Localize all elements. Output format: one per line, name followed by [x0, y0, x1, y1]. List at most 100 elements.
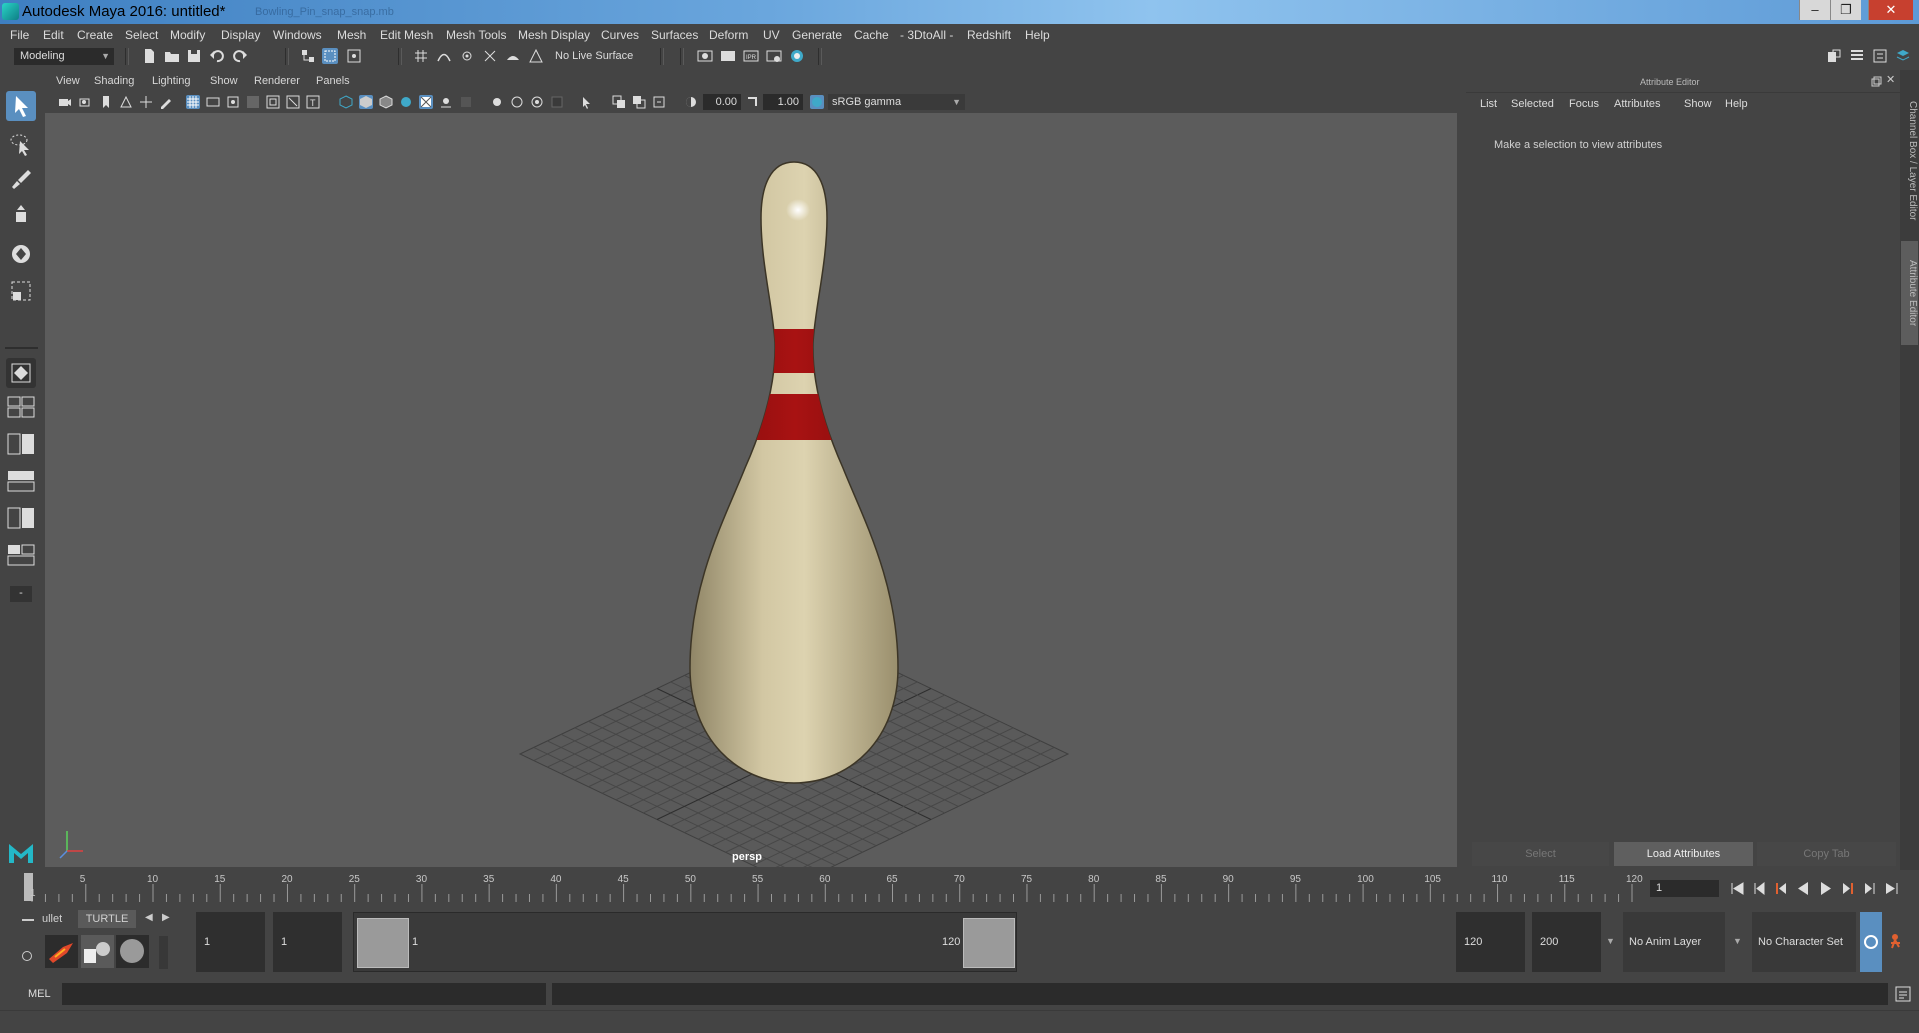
- auto-key-icon[interactable]: [1860, 912, 1882, 972]
- menu-curves[interactable]: Curves: [601, 28, 639, 42]
- playback-end-field[interactable]: 120: [1456, 912, 1525, 972]
- exposure-icon[interactable]: [684, 95, 698, 109]
- layout-four-view-icon[interactable]: [7, 396, 35, 418]
- smooth-shade-icon[interactable]: [359, 95, 373, 109]
- render-frame-icon[interactable]: [720, 48, 736, 64]
- minimize-button[interactable]: –: [1799, 0, 1830, 20]
- safe-action-icon[interactable]: [286, 95, 300, 109]
- 2d-pan-zoom-icon[interactable]: [139, 95, 153, 109]
- snap-live-icon[interactable]: [528, 48, 544, 64]
- shelf-tab-prev-icon[interactable]: ◀: [145, 912, 153, 923]
- motion-blur-icon[interactable]: [490, 95, 504, 109]
- panel-menu-renderer[interactable]: Renderer: [254, 75, 300, 87]
- camera-select-icon[interactable]: [58, 95, 72, 109]
- gate-mask-icon[interactable]: [246, 95, 260, 109]
- select-hierarchy-icon[interactable]: [300, 48, 316, 64]
- gamma-field[interactable]: 1.00: [763, 94, 803, 110]
- current-frame-field[interactable]: 1: [1650, 880, 1719, 897]
- ae-copy-tab-button[interactable]: Copy Tab: [1757, 842, 1896, 866]
- select-component-icon[interactable]: [346, 48, 362, 64]
- menu-mesh-display[interactable]: Mesh Display: [518, 28, 590, 42]
- scale-tool-icon[interactable]: [6, 276, 36, 306]
- menu-create[interactable]: Create: [77, 28, 113, 42]
- layout-outliner-icon[interactable]: [7, 470, 35, 492]
- new-scene-icon[interactable]: [141, 48, 157, 64]
- bookmark-icon[interactable]: [99, 95, 113, 109]
- ae-menu-attributes[interactable]: Attributes: [1614, 98, 1660, 110]
- tool-settings-toggle-icon[interactable]: [1872, 48, 1888, 64]
- wireframe-on-shaded-icon[interactable]: [379, 95, 393, 109]
- chevron-down-icon[interactable]: ▼: [1733, 936, 1742, 946]
- perspective-viewport[interactable]: [45, 113, 1457, 867]
- wireframe-icon[interactable]: [339, 95, 353, 109]
- menu-mesh-tools[interactable]: Mesh Tools: [446, 28, 506, 42]
- menu-windows[interactable]: Windows: [273, 28, 322, 42]
- multisample-aa-icon[interactable]: [510, 95, 524, 109]
- open-scene-icon[interactable]: [164, 48, 180, 64]
- screen-space-ao-icon[interactable]: [459, 95, 473, 109]
- rotate-tool-icon[interactable]: [6, 239, 36, 269]
- ae-load-attributes-button[interactable]: Load Attributes: [1614, 842, 1753, 866]
- layers-toggle-icon[interactable]: [1895, 48, 1911, 64]
- layout-two-view-icon[interactable]: [7, 433, 35, 455]
- go-to-end-icon[interactable]: [1883, 880, 1900, 897]
- scene-start-field[interactable]: 1: [196, 912, 265, 972]
- close-button[interactable]: ✕: [1868, 0, 1913, 20]
- render-settings-icon[interactable]: [766, 48, 782, 64]
- step-back-frame-icon[interactable]: [1751, 880, 1768, 897]
- shelf-settings-icon[interactable]: [22, 951, 32, 961]
- depth-of-field-icon[interactable]: [530, 95, 544, 109]
- snap-curve-icon[interactable]: [436, 48, 452, 64]
- maximize-button[interactable]: ❐: [1830, 0, 1861, 20]
- time-slider[interactable]: [28, 872, 1644, 902]
- shadows-icon[interactable]: [439, 95, 453, 109]
- menu-mesh[interactable]: Mesh: [337, 28, 366, 42]
- panel-menu-panels[interactable]: Panels: [316, 75, 350, 87]
- scene-end-field[interactable]: 200: [1532, 912, 1601, 972]
- animation-preferences-icon[interactable]: [1888, 932, 1908, 952]
- character-set-dropdown[interactable]: No Character Set: [1752, 912, 1856, 972]
- menu-help[interactable]: Help: [1025, 28, 1050, 42]
- camera-attributes-icon[interactable]: [79, 95, 93, 109]
- shelf-tab-bullet[interactable]: ullet: [42, 910, 62, 928]
- layout-graph-editor-icon[interactable]: [7, 507, 35, 529]
- playback-start-field[interactable]: 1: [273, 912, 342, 972]
- menu-surfaces[interactable]: Surfaces: [651, 28, 698, 42]
- tab-attribute-editor[interactable]: Attribute Editor: [1901, 241, 1918, 345]
- paint-select-tool-icon[interactable]: [6, 165, 36, 195]
- select-object-icon[interactable]: [322, 48, 338, 64]
- float-panel-icon[interactable]: [1871, 76, 1882, 87]
- view-transform-icon[interactable]: [810, 95, 824, 109]
- layout-hypershade-icon[interactable]: [7, 544, 35, 566]
- menu-cache[interactable]: Cache: [854, 28, 889, 42]
- shelf-collapse-icon[interactable]: [22, 919, 34, 921]
- ae-menu-list[interactable]: List: [1480, 98, 1497, 110]
- ipr-render-icon[interactable]: IPR: [743, 48, 759, 64]
- menu-display[interactable]: Display: [221, 28, 260, 42]
- render-view-icon[interactable]: [697, 48, 713, 64]
- go-to-start-icon[interactable]: [1729, 880, 1746, 897]
- redo-icon[interactable]: [232, 48, 248, 64]
- turtle-sphere-icon[interactable]: [116, 935, 149, 968]
- save-scene-icon[interactable]: [186, 48, 202, 64]
- script-language-label[interactable]: MEL: [28, 988, 51, 1000]
- play-backwards-icon[interactable]: [1795, 880, 1812, 897]
- step-forward-key-icon[interactable]: [1839, 880, 1856, 897]
- menu-uv[interactable]: UV: [763, 28, 780, 42]
- script-editor-icon[interactable]: [1894, 985, 1912, 1003]
- ae-menu-show[interactable]: Show: [1684, 98, 1712, 110]
- live-surface-label[interactable]: No Live Surface: [555, 50, 633, 62]
- menu-3dtoall[interactable]: - 3DtoAll -: [900, 28, 953, 42]
- film-gate-icon[interactable]: [206, 95, 220, 109]
- menu-deform[interactable]: Deform: [709, 28, 748, 42]
- step-back-key-icon[interactable]: [1773, 880, 1790, 897]
- snap-projected-icon[interactable]: [482, 48, 498, 64]
- undo-icon[interactable]: [209, 48, 225, 64]
- move-tool-icon[interactable]: [6, 202, 36, 232]
- soft-select-icon[interactable]: [6, 358, 36, 388]
- close-panel-icon[interactable]: ✕: [1886, 75, 1897, 86]
- select-tool-icon[interactable]: [6, 91, 36, 121]
- field-chart-icon[interactable]: [266, 95, 280, 109]
- menu-redshift[interactable]: Redshift: [967, 28, 1011, 42]
- xray-active-components-icon[interactable]: [632, 95, 646, 109]
